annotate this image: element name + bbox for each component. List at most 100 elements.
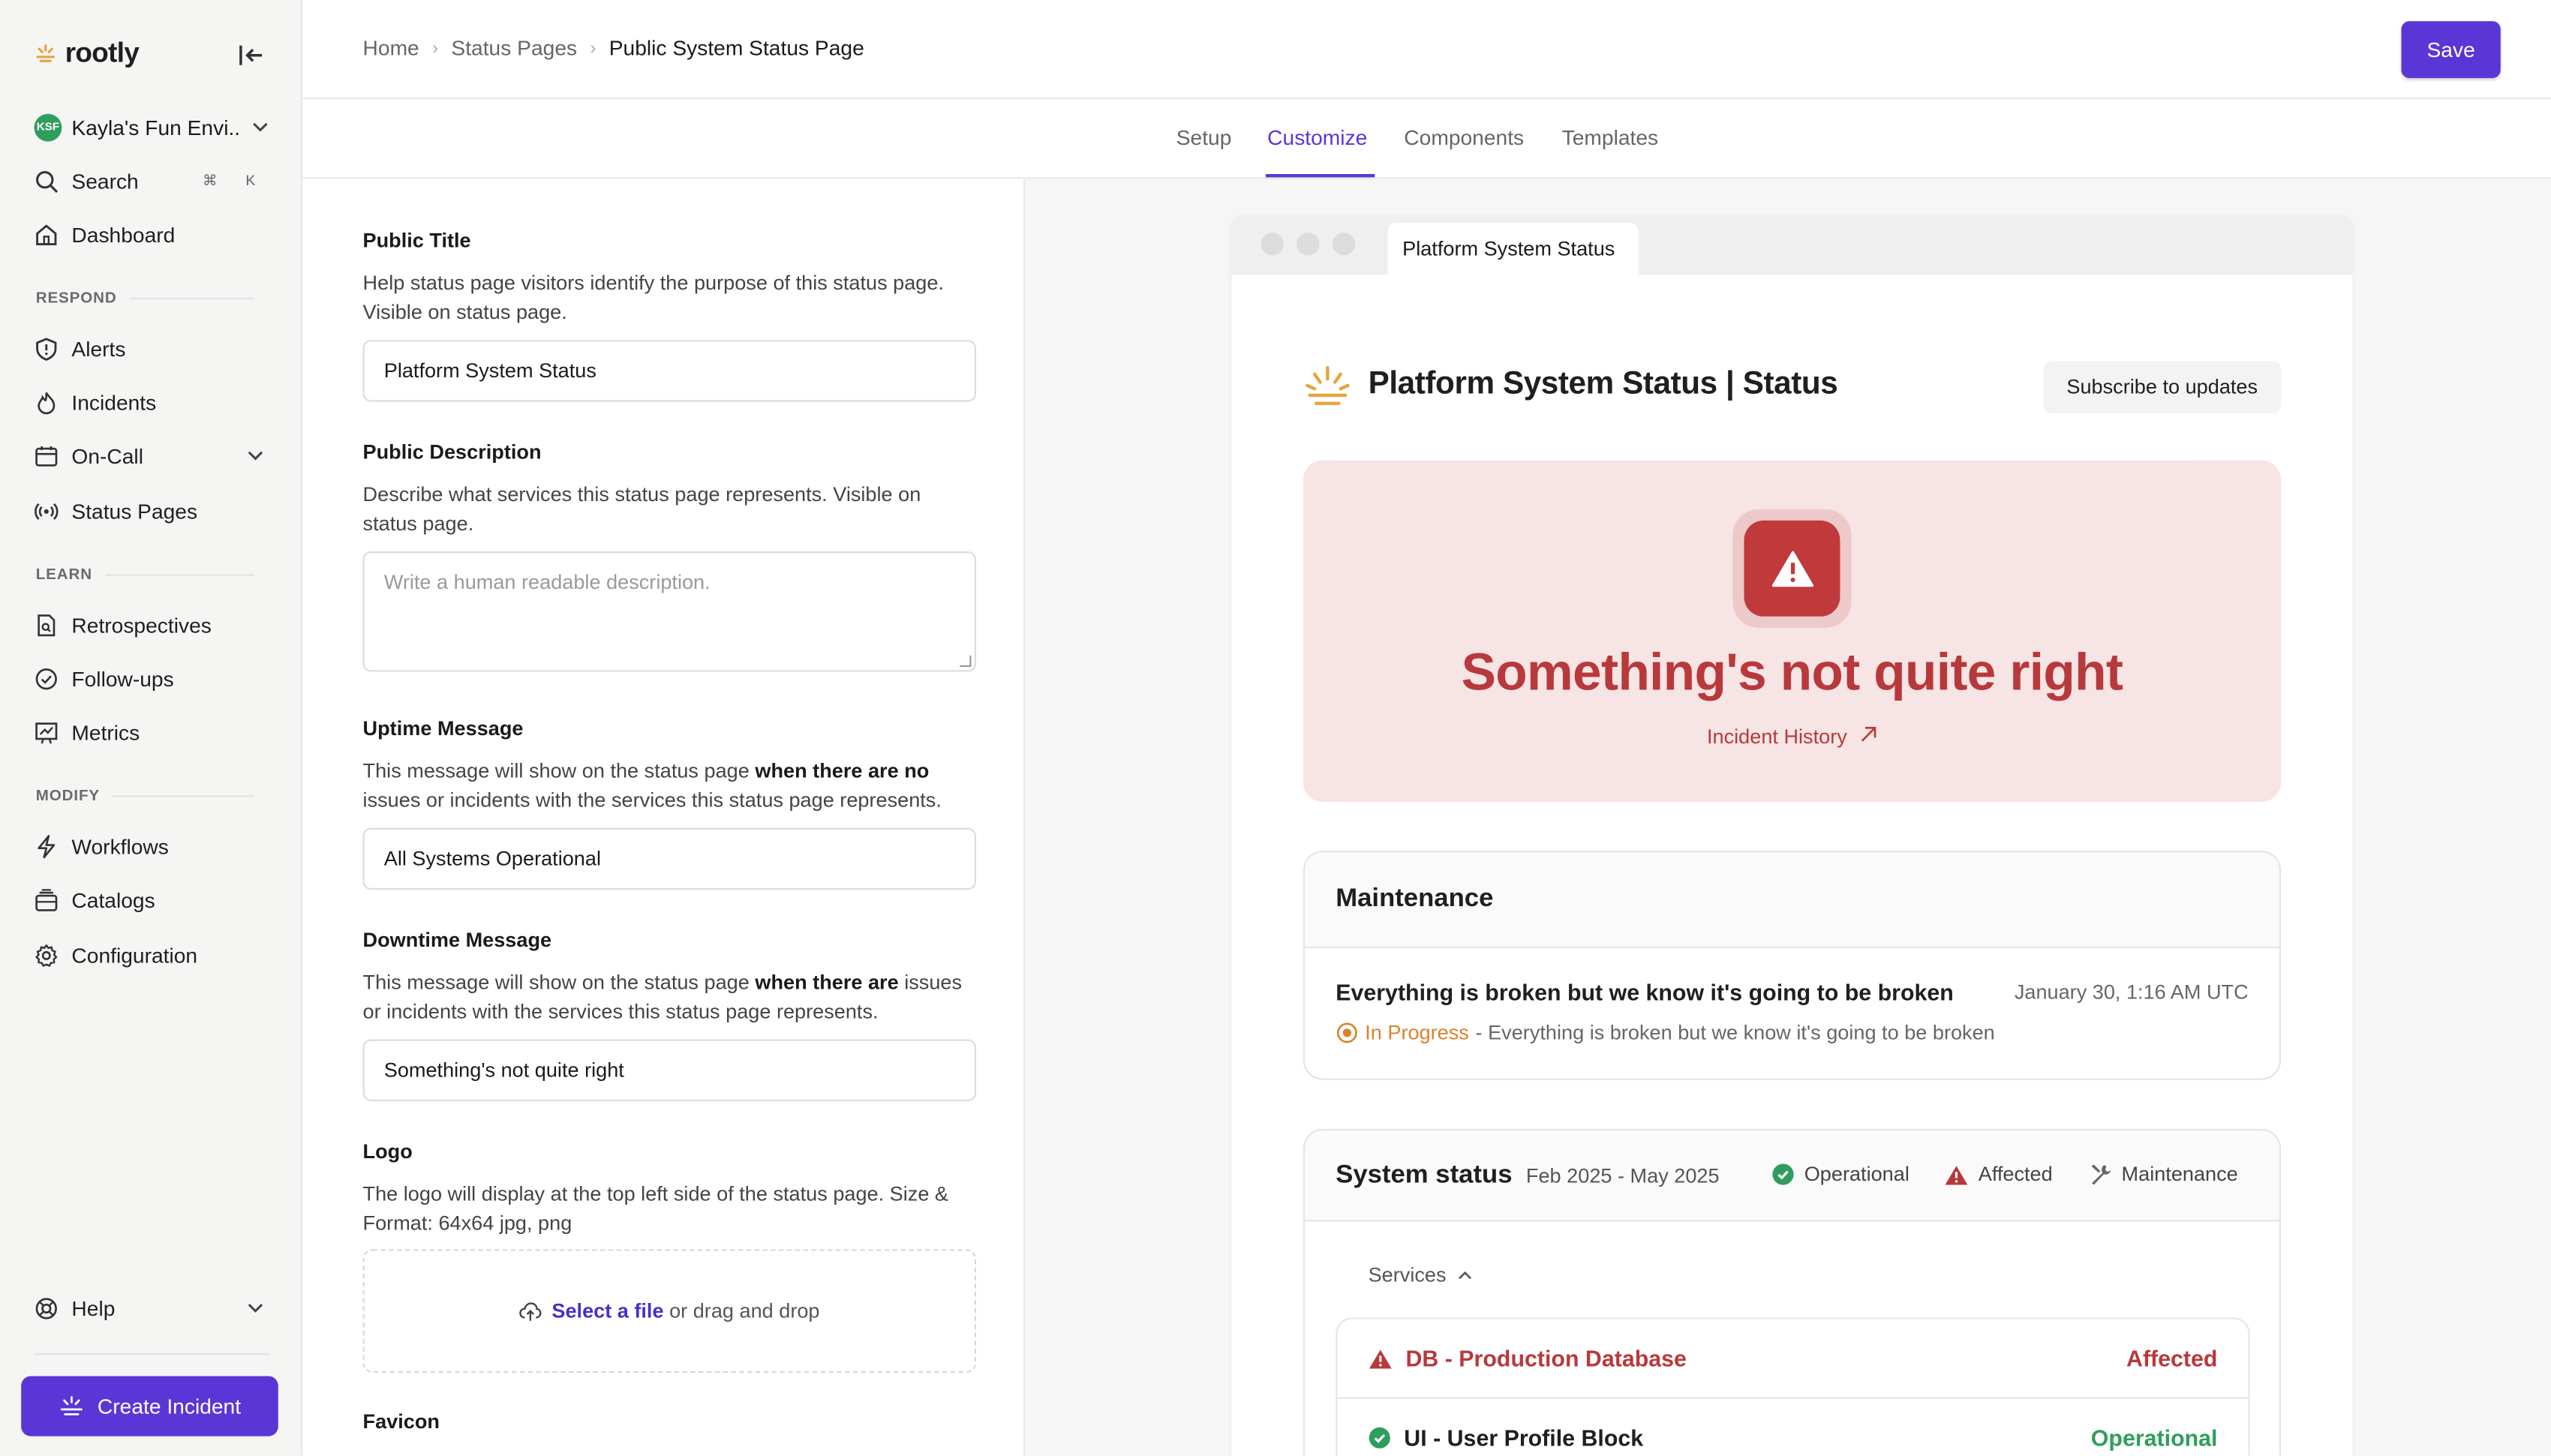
customize-form: Public Title Help status page visitors i… <box>302 179 1026 1456</box>
sidebar-item-workflows[interactable]: Workflows <box>35 828 270 864</box>
status-page-title: Platform System Status | Status <box>1368 365 1838 402</box>
legend-maintenance: Maintenance <box>2089 1163 2238 1186</box>
services-toggle[interactable]: Services <box>1369 1264 1474 1286</box>
browser-tab: Platform System Status <box>1387 223 1639 275</box>
tab-bar: Setup Customize Components Templates <box>302 99 2551 179</box>
select-file-link[interactable]: Select a file <box>551 1300 663 1322</box>
rootly-logo-icon <box>36 44 56 62</box>
create-incident-label: Create Incident <box>97 1394 242 1418</box>
chevron-right-icon: › <box>590 38 596 58</box>
brand-name: rootly <box>65 37 140 69</box>
flame-icon <box>38 391 56 414</box>
arrow-up-right-icon <box>1861 727 1876 742</box>
maintenance-item-title[interactable]: Everything is broken but we know it's go… <box>1336 979 1954 1005</box>
sidebar-item-label: On-Call <box>71 443 143 468</box>
tab-components[interactable]: Components <box>1404 125 1524 150</box>
service-row[interactable]: UI - User Profile Block Operational <box>1337 1399 2248 1456</box>
home-icon <box>36 224 57 245</box>
environment-switcher[interactable]: KSF Kayla's Fun Envi... <box>34 110 270 143</box>
status-label: In Progress <box>1365 1021 1469 1045</box>
system-status-card: System status Feb 2025 - May 2025 Operat… <box>1303 1128 2282 1456</box>
incident-history-link[interactable]: Incident History <box>1303 725 2281 748</box>
warning-triangle-icon <box>1945 1165 1968 1184</box>
legend-affected: Affected <box>1944 1163 2053 1186</box>
create-incident-button[interactable]: Create Incident <box>21 1376 278 1436</box>
breadcrumb-home[interactable]: Home <box>363 36 419 61</box>
downtime-message-help: This message will show on the status pag… <box>362 971 963 1023</box>
sidebar-item-alerts[interactable]: Alerts <box>35 330 270 366</box>
alert-icon-frame <box>1732 509 1852 628</box>
sidebar-item-label: Dashboard <box>71 221 176 247</box>
sidebar-item-label: Configuration <box>71 942 198 968</box>
maintenance-header: Maintenance <box>1305 852 2279 949</box>
uptime-message-help: This message will show on the status pag… <box>362 759 942 812</box>
breadcrumb-current: Public System Status Page <box>608 35 864 61</box>
sidebar-item-follow-ups[interactable]: Follow-ups <box>35 660 270 696</box>
check-circle-icon <box>35 668 57 689</box>
services-list: DB - Production Database Affected UI - U… <box>1336 1317 2250 1456</box>
sidebar-item-label: Status Pages <box>71 498 198 524</box>
maintenance-date: January 30, 1:16 AM UTC <box>2014 980 2249 1004</box>
public-title-help: Help status page visitors identify the p… <box>362 272 944 324</box>
sidebar-item-configuration[interactable]: Configuration <box>35 937 270 973</box>
tab-setup[interactable]: Setup <box>1176 125 1232 150</box>
tab-customize[interactable]: Customize <box>1267 125 1367 150</box>
breadcrumb-status-pages[interactable]: Status Pages <box>451 36 577 61</box>
active-tab-indicator <box>1265 174 1375 178</box>
service-row[interactable]: DB - Production Database Affected <box>1337 1319 2248 1397</box>
uptime-message-input[interactable]: All Systems Operational <box>362 827 977 890</box>
sidebar-item-catalogs[interactable]: Catalogs <box>35 881 270 917</box>
logo-dropzone[interactable]: Select a file or drag and drop <box>362 1249 977 1373</box>
public-description-label: Public Description <box>362 440 542 464</box>
favicon-label: Favicon <box>362 1409 440 1433</box>
sidebar-item-status-pages[interactable]: Status Pages <box>35 493 270 529</box>
downtime-banner: Something's not quite right Incident His… <box>1303 460 2282 803</box>
public-description-textarea[interactable]: Write a human readable description. <box>362 551 977 672</box>
public-title-label: Public Title <box>362 229 471 253</box>
resize-handle[interactable] <box>960 655 972 668</box>
shortcut-key: K <box>245 172 256 189</box>
chevron-right-icon: › <box>432 38 439 58</box>
document-search-icon <box>38 614 56 636</box>
section-header-respond: RESPOND <box>36 290 254 308</box>
sidebar-item-on-call[interactable]: On-Call <box>35 437 270 473</box>
sidebar-item-retrospectives[interactable]: Retrospectives <box>35 607 270 643</box>
rootly-logo-icon <box>60 1395 83 1415</box>
collapse-sidebar-icon[interactable] <box>236 41 265 70</box>
system-status-title: System status <box>1336 1161 1513 1190</box>
subscribe-button[interactable]: Subscribe to updates <box>2043 361 2282 413</box>
save-button[interactable]: Save <box>2401 21 2501 79</box>
sidebar-item-search[interactable]: Search ⌘ K <box>35 163 270 199</box>
brand-logo[interactable]: rootly <box>35 36 140 72</box>
sidebar-item-metrics[interactable]: Metrics <box>35 714 270 750</box>
window-dot <box>1297 233 1320 256</box>
sidebar-item-label: Search <box>71 168 139 193</box>
status-page-logo-icon <box>1306 365 1350 405</box>
breadcrumb: Home › Status Pages › Public System Stat… <box>363 36 864 61</box>
downtime-message: Something's not quite right <box>1461 642 2123 701</box>
broadcast-icon <box>35 502 59 519</box>
sidebar-item-dashboard[interactable]: Dashboard <box>35 216 270 252</box>
public-title-input[interactable]: Platform System Status <box>362 340 977 402</box>
catalog-icon <box>35 888 58 911</box>
divider <box>34 1353 270 1355</box>
sidebar-item-help[interactable]: Help <box>35 1290 270 1326</box>
logo-help: The logo will display at the top left si… <box>362 1182 949 1235</box>
chevron-down-icon <box>248 451 263 461</box>
upload-icon <box>519 1301 542 1320</box>
textarea-placeholder: Write a human readable description. <box>383 571 711 594</box>
calendar-phone-icon <box>35 445 58 466</box>
sidebar-item-label: Retrospectives <box>71 612 212 637</box>
downtime-message-input[interactable]: Something's not quite right <box>362 1039 977 1101</box>
legend-operational: Operational <box>1771 1163 1909 1186</box>
downtime-message-label: Downtime Message <box>362 929 552 952</box>
chevron-down-icon <box>248 1303 263 1313</box>
tab-templates[interactable]: Templates <box>1562 125 1658 150</box>
logo-label: Logo <box>362 1140 413 1163</box>
warning-triangle-icon <box>1771 551 1813 587</box>
sidebar-item-incidents[interactable]: Incidents <box>35 384 270 420</box>
environment-name: Kayla's Fun Envi... <box>71 114 241 140</box>
sidebar: rootly KSF Kayla's Fun Envi... Search ⌘ … <box>0 0 303 1456</box>
service-status: Affected <box>2126 1345 2218 1371</box>
chevron-up-icon <box>1458 1270 1471 1279</box>
